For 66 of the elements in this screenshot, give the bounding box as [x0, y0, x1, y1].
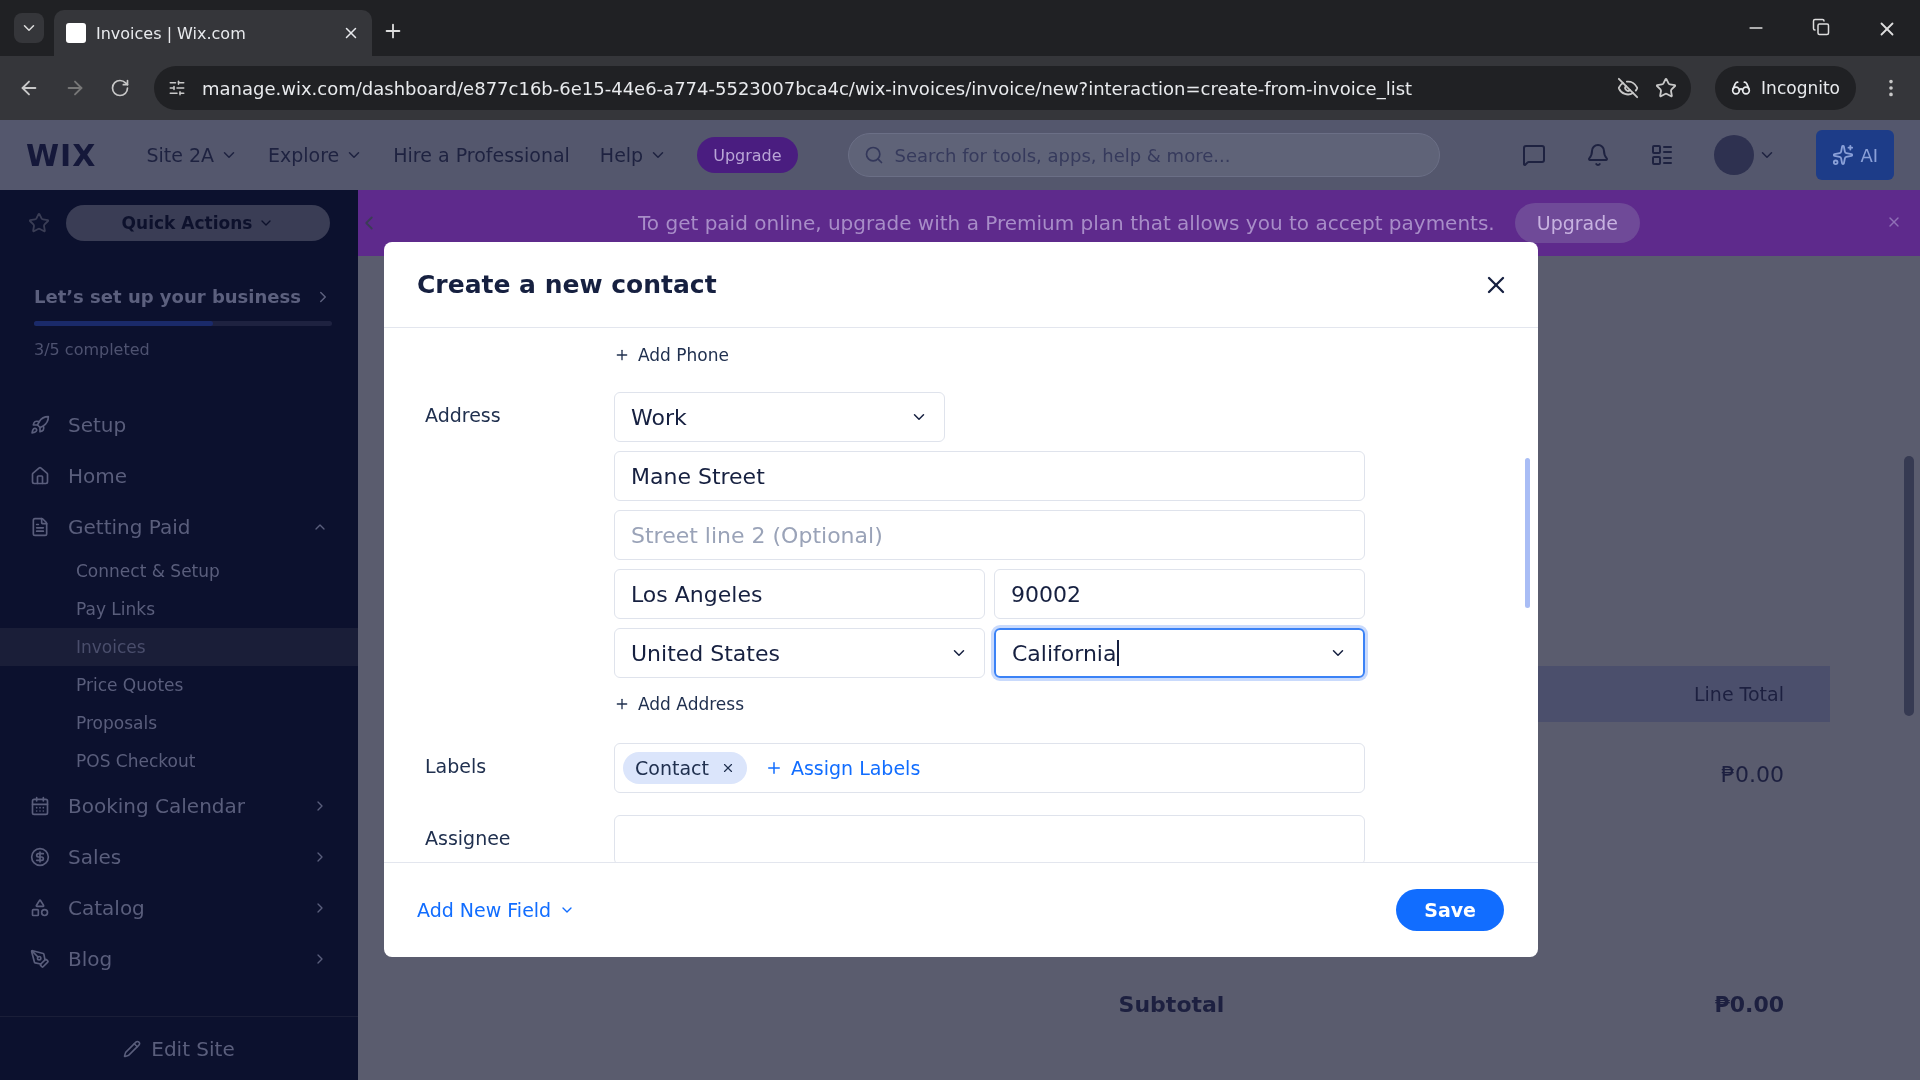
- ai-button[interactable]: AI: [1816, 130, 1894, 180]
- pen-icon: [30, 948, 50, 969]
- glasses-icon: [1731, 78, 1752, 98]
- progress-text: 3/5 completed: [34, 340, 151, 359]
- field-label: Address: [425, 403, 502, 426]
- star-icon[interactable]: [28, 212, 50, 234]
- calendar-icon: [30, 795, 50, 816]
- tab-list-button[interactable]: [14, 13, 44, 43]
- plus-icon: [614, 347, 630, 363]
- assignee-field[interactable]: [614, 815, 1365, 862]
- assign-labels-link[interactable]: Assign Labels: [764, 757, 921, 779]
- city-field[interactable]: Los Angeles: [614, 569, 985, 619]
- plus-icon: [614, 696, 630, 712]
- profile-button[interactable]: Incognito: [1715, 66, 1856, 110]
- url-text: manage.wix.com/dashboard/e877c16b-6e15-44e6-a774-5523007bca4c/wix-invoices/invoice/new?interaction=create-from-invoice_list: [202, 77, 1414, 99]
- label-tag: Contact: [623, 752, 747, 784]
- subtotal-value: ₱0.00: [1714, 992, 1784, 1017]
- reload-icon[interactable]: [110, 78, 130, 98]
- sidebar-item[interactable]: Booking Calendar: [0, 780, 358, 831]
- add-phone-link[interactable]: Add Phone: [614, 338, 729, 372]
- eye-off-icon[interactable]: [1617, 77, 1640, 99]
- field-label: Labels: [425, 754, 488, 777]
- add-new-field-button[interactable]: Add New Field: [417, 899, 576, 921]
- country-select[interactable]: United States: [614, 628, 985, 678]
- zip-field[interactable]: 90002: [994, 569, 1365, 619]
- banner-text: To get paid online, upgrade with a Premium plan that allows you to accept payments.: [638, 211, 1495, 235]
- street-field[interactable]: Mane Street: [614, 451, 1365, 501]
- sidebar-item[interactable]: Setup: [0, 399, 358, 450]
- document-icon: [30, 516, 50, 537]
- setup-title[interactable]: Let’s set up your business: [34, 286, 332, 307]
- sidebar-item[interactable]: Catalog: [0, 882, 358, 933]
- search-icon: [863, 145, 884, 165]
- sidebar-item[interactable]: Sales: [0, 831, 358, 882]
- upgrade-button[interactable]: Upgrade: [697, 137, 798, 173]
- sidebar-item[interactable]: Home: [0, 450, 358, 501]
- pencil-icon: [123, 1039, 142, 1058]
- sidebar-subitem[interactable]: Price Quotes: [0, 666, 358, 704]
- upgrade-button[interactable]: Upgrade: [1514, 203, 1640, 243]
- address-type-select[interactable]: Work: [614, 392, 945, 442]
- bookmark-star-icon[interactable]: [1655, 77, 1678, 99]
- street2-field[interactable]: Street line 2 (Optional): [614, 510, 1365, 560]
- shapes-icon: [30, 897, 50, 918]
- site-info-icon[interactable]: [168, 79, 186, 97]
- browser-tab[interactable]: Invoices | Wix.com: [54, 10, 372, 56]
- sparkles-icon: [1832, 144, 1855, 166]
- sidebar-item[interactable]: Blog: [0, 933, 358, 984]
- save-button[interactable]: Save: [1396, 889, 1504, 931]
- subtotal-label: Subtotal: [1118, 992, 1225, 1017]
- sidebar-subitem[interactable]: Pay Links: [0, 590, 358, 628]
- dollar-icon: [30, 846, 50, 867]
- favicon-icon: [66, 23, 86, 43]
- home-icon: [30, 465, 50, 486]
- sidebar-item[interactable]: Getting Paid: [0, 501, 358, 552]
- sidebar-subitem[interactable]: Proposals: [0, 704, 358, 742]
- rocket-icon: [30, 414, 50, 435]
- sidebar-subitem[interactable]: Connect & Setup: [0, 552, 358, 590]
- edit-site-button[interactable]: Edit Site: [0, 1016, 358, 1080]
- add-address-link[interactable]: Add Address: [614, 687, 745, 721]
- dialog-title: Create a new contact: [417, 270, 717, 299]
- field-label: Assignee: [425, 826, 512, 849]
- sidebar-subitem[interactable]: POS Checkout: [0, 742, 358, 780]
- logo: WIX: [26, 137, 97, 173]
- restore-icon[interactable]: [1812, 18, 1830, 36]
- state-select[interactable]: California: [994, 628, 1365, 678]
- labels-field[interactable]: Contact Assign Labels: [614, 743, 1365, 793]
- line-total: ₱0.00: [1721, 762, 1784, 787]
